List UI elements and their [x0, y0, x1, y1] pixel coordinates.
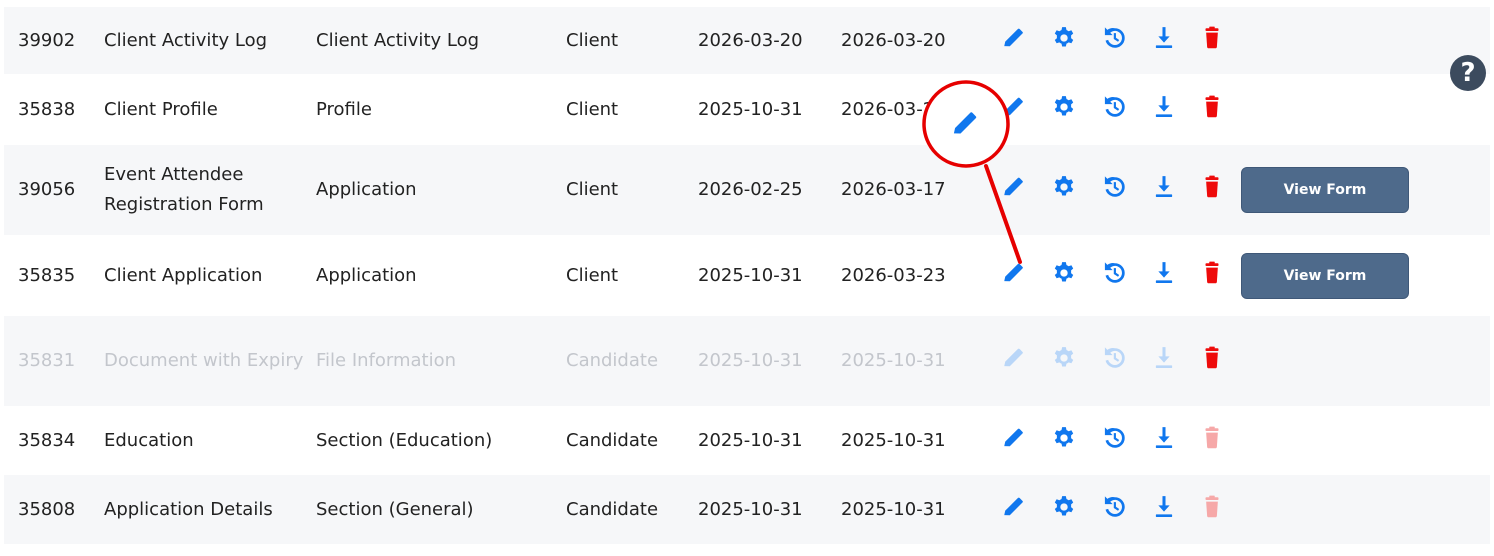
pencil-icon[interactable]	[1000, 24, 1028, 52]
pencil-icon[interactable]	[1000, 93, 1028, 121]
download-icon[interactable]	[1150, 424, 1178, 452]
download-icon[interactable]	[1150, 93, 1178, 121]
table-row: 35831 Document with Expiry File Informatio…	[4, 316, 1490, 406]
form-id-cell: 39056	[18, 179, 76, 200]
gear-icon	[1050, 344, 1078, 372]
form-type-cell: File Information	[316, 350, 457, 371]
form-name-cell: Client Application	[104, 264, 263, 286]
download-icon[interactable]	[1150, 24, 1178, 52]
form-name-cell: Event Attendee Registration Form	[104, 164, 264, 215]
history-icon[interactable]	[1100, 93, 1128, 121]
view-form-button[interactable]: View Form	[1241, 167, 1409, 213]
pencil-icon[interactable]	[1000, 424, 1028, 452]
category-cell: Client	[566, 29, 619, 51]
row-actions	[1000, 7, 1240, 74]
trash-icon[interactable]	[1198, 344, 1226, 372]
updated-date-cell: 2026-03-2	[841, 98, 935, 120]
created-date-cell: 2026-02-25	[698, 179, 803, 200]
form-id-cell: 35835	[18, 264, 76, 286]
category-cell: Client	[566, 179, 619, 200]
help-button[interactable]: ?	[1450, 55, 1486, 91]
updated-date-cell: 2025-10-31	[841, 498, 946, 520]
pencil-icon[interactable]	[1000, 173, 1028, 201]
created-date-cell: 2026-03-20	[698, 29, 803, 51]
form-name-cell: Education	[104, 429, 194, 451]
gear-icon[interactable]	[1050, 173, 1078, 201]
form-type-cell: Profile	[316, 98, 372, 120]
category-cell: Candidate	[566, 498, 659, 520]
form-name-cell: Client Profile	[104, 98, 218, 120]
form-type-cell: Section (General)	[316, 498, 474, 520]
trash-icon[interactable]	[1198, 93, 1226, 121]
updated-date-cell: 2026-03-23	[841, 264, 946, 286]
history-icon[interactable]	[1100, 493, 1128, 521]
row-actions	[1000, 74, 1240, 145]
download-icon[interactable]	[1150, 259, 1178, 287]
table-row: 35808 Application Details Section (General…	[4, 475, 1490, 544]
form-name-cell: Document with Expiry	[104, 350, 304, 371]
gear-icon[interactable]	[1050, 259, 1078, 287]
updated-date-cell: 2025-10-31	[841, 350, 946, 371]
question-circle-icon: ?	[1460, 58, 1476, 88]
row-actions	[1000, 145, 1240, 235]
view-form-button[interactable]: View Form	[1241, 253, 1409, 299]
history-icon[interactable]	[1100, 173, 1128, 201]
trash-icon[interactable]	[1198, 173, 1226, 201]
updated-date-cell: 2025-10-31	[841, 429, 946, 451]
download-icon[interactable]	[1150, 493, 1178, 521]
pencil-icon[interactable]	[1000, 493, 1028, 521]
table-row: 35834 Education Section (Education) Candida…	[4, 406, 1490, 475]
updated-date-cell: 2026-03-17	[841, 179, 946, 200]
trash-icon	[1198, 424, 1226, 452]
form-type-cell: Application	[316, 264, 417, 286]
history-icon[interactable]	[1100, 424, 1128, 452]
pencil-icon	[1000, 344, 1028, 372]
created-date-cell: 2025-10-31	[698, 350, 803, 371]
gear-icon[interactable]	[1050, 493, 1078, 521]
pencil-icon[interactable]	[1000, 259, 1028, 287]
row-actions	[1000, 235, 1240, 316]
gear-icon[interactable]	[1050, 24, 1078, 52]
updated-date-cell: 2026-03-20	[841, 29, 946, 51]
row-actions	[1000, 406, 1240, 475]
created-date-cell: 2025-10-31	[698, 498, 803, 520]
form-id-cell: 35831	[18, 350, 76, 371]
form-type-cell: Application	[316, 179, 417, 200]
trash-icon[interactable]	[1198, 24, 1226, 52]
form-id-cell: 39902	[18, 29, 76, 51]
form-name-cell: Application Details	[104, 498, 273, 520]
category-cell: Candidate	[566, 429, 659, 451]
table-row: 39056 Event Attendee Registration Form App…	[4, 145, 1490, 235]
category-cell: Client	[566, 264, 619, 286]
form-type-cell: Section (Education)	[316, 429, 493, 451]
history-icon[interactable]	[1100, 259, 1128, 287]
form-name-cell: Client Activity Log	[104, 29, 268, 51]
trash-icon[interactable]	[1198, 259, 1226, 287]
gear-icon[interactable]	[1050, 424, 1078, 452]
download-icon	[1150, 344, 1178, 372]
history-icon	[1100, 344, 1128, 372]
row-actions	[1000, 316, 1240, 406]
form-id-cell: 35838	[18, 98, 76, 120]
history-icon[interactable]	[1100, 24, 1128, 52]
form-id-cell: 35834	[18, 429, 76, 451]
created-date-cell: 2025-10-31	[698, 264, 803, 286]
table-row: 35838 Client Profile Profile Client 2025-10-…	[4, 74, 1490, 145]
category-cell: Candidate	[566, 350, 659, 371]
trash-icon	[1198, 493, 1226, 521]
category-cell: Client	[566, 98, 619, 120]
gear-icon[interactable]	[1050, 93, 1078, 121]
form-id-cell: 35808	[18, 498, 76, 520]
row-actions	[1000, 475, 1240, 544]
table-row: 39902 Client Activity Log Client Activity …	[4, 7, 1490, 74]
download-icon[interactable]	[1150, 173, 1178, 201]
table-row: 35835 Client Application Application Client…	[4, 235, 1490, 316]
created-date-cell: 2025-10-31	[698, 429, 803, 451]
form-type-cell: Client Activity Log	[316, 29, 480, 51]
created-date-cell: 2025-10-31	[698, 98, 803, 120]
